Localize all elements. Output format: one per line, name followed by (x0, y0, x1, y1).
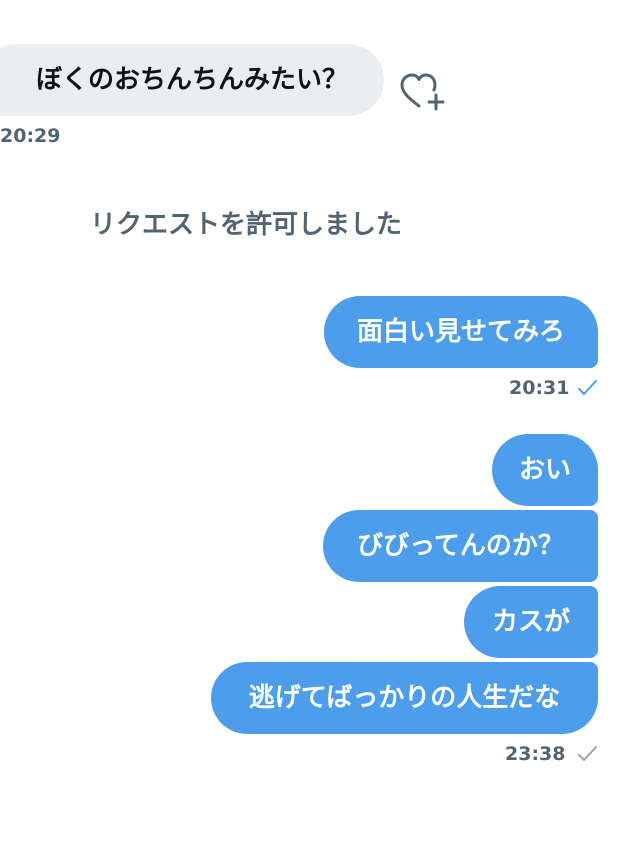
check-icon (578, 380, 597, 395)
outgoing-message-bubble[interactable]: 逃げてばっかりの人生だな (211, 662, 598, 734)
dm-conversation: ぼくのおちんちんみたい？ 20:29 リクエストを許可しました 面白い見せてみろ… (0, 0, 629, 851)
incoming-message-time: 20:29 (0, 125, 61, 147)
outgoing-message-text: 逃げてばっかりの人生だな (248, 683, 561, 713)
add-reaction-button[interactable] (398, 70, 446, 118)
outgoing-message-text: びびってんのか？ (357, 531, 564, 561)
incoming-message-bubble[interactable]: ぼくのおちんちんみたい？ (0, 44, 384, 116)
outgoing-message-bubble[interactable]: びびってんのか？ (323, 510, 598, 582)
outgoing-message-time: 23:38 (505, 743, 566, 765)
outgoing-message-text: おい (518, 455, 571, 485)
request-accepted-notice: リクエストを許可しました (90, 210, 403, 240)
outgoing-message-text: カスが (491, 607, 570, 637)
outgoing-message-bubble[interactable]: おい (492, 434, 598, 506)
outgoing-message-time: 20:31 (509, 377, 570, 399)
check-icon (578, 746, 597, 761)
outgoing-message-bubble[interactable]: 面白い見せてみろ (324, 296, 598, 368)
outgoing-message-bubble[interactable]: カスが (464, 586, 598, 658)
heart-plus-icon (400, 73, 445, 111)
incoming-message-text: ぼくのおちんちんみたい？ (35, 65, 348, 95)
outgoing-message-text: 面白い見せてみろ (356, 317, 565, 347)
